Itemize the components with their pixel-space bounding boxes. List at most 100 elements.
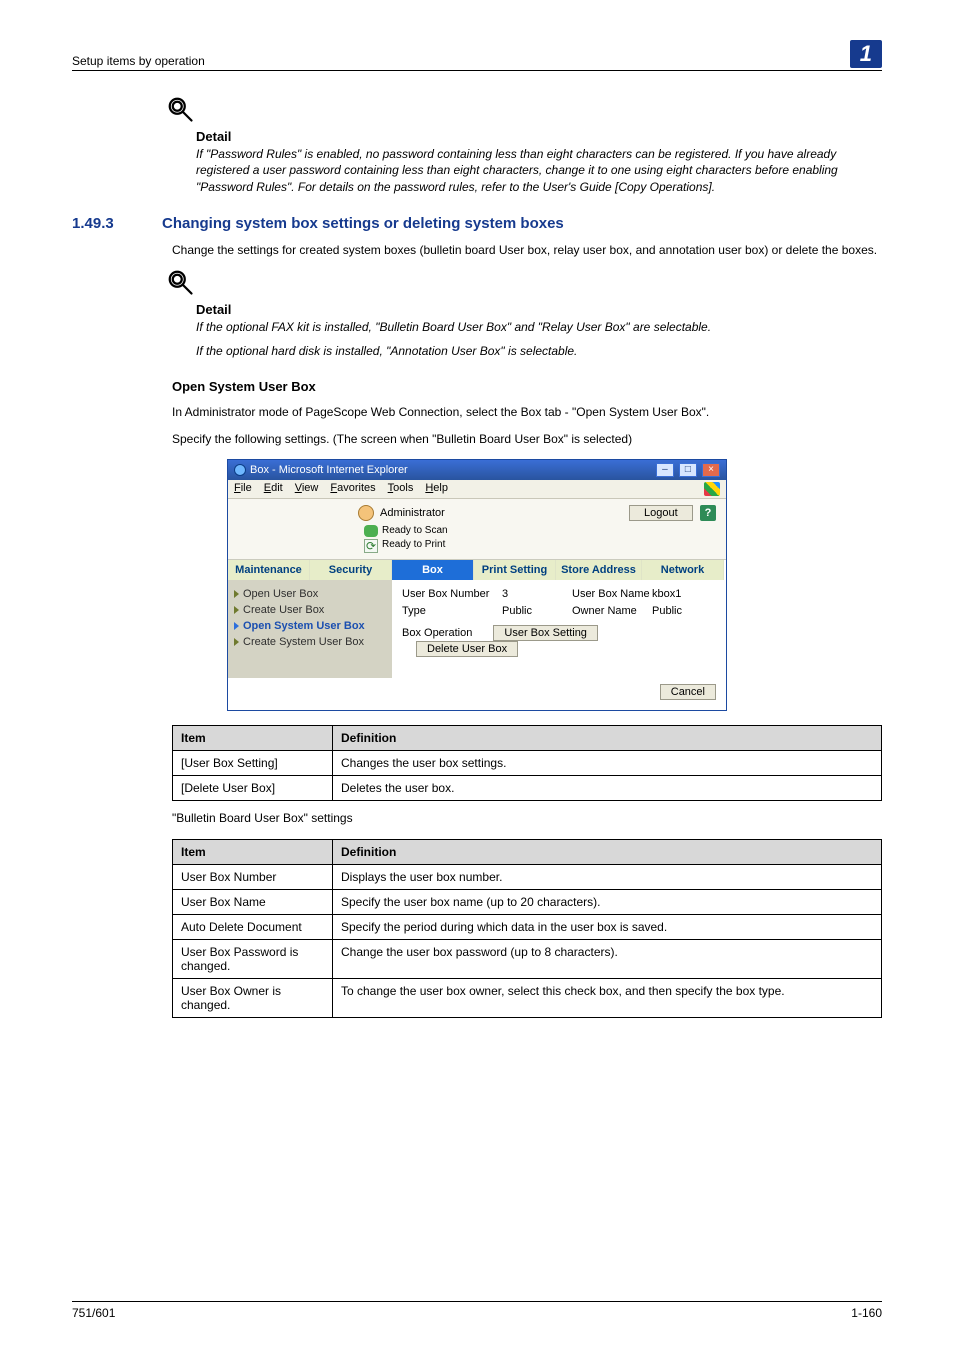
minimize-icon[interactable]: – <box>656 463 674 477</box>
main-tabs: Maintenance Security Box Print Setting S… <box>228 560 726 580</box>
help-icon[interactable]: ? <box>700 505 716 521</box>
table-header-definition: Definition <box>333 725 882 750</box>
table-row: Auto Delete Document Specify the period … <box>173 914 882 939</box>
menu-edit[interactable]: Edit <box>264 482 283 496</box>
tab-network[interactable]: Network <box>642 560 724 580</box>
paragraph-2: Specify the following settings. (The scr… <box>172 431 882 447</box>
detail-note-2: Detail If the optional FAX kit is instal… <box>172 268 882 359</box>
table-row: User Box Owner is changed. To change the… <box>173 978 882 1017</box>
definitions-table-2: Item Definition User Box Number Displays… <box>172 839 882 1018</box>
tab-box[interactable]: Box <box>392 560 474 580</box>
delete-user-box-button[interactable]: Delete User Box <box>416 641 518 657</box>
detail-line-2: If the optional hard disk is installed, … <box>196 343 882 359</box>
table-cell-def: To change the user box owner, select thi… <box>333 978 882 1017</box>
main-panel: User Box Number 3 User Box Name kbox1 Ty… <box>392 580 726 678</box>
table-row: User Box Name Specify the user box name … <box>173 889 882 914</box>
status-scan: Ready to Scan <box>382 525 448 536</box>
chevron-right-icon <box>234 590 239 598</box>
table-cell-item: User Box Number <box>173 864 333 889</box>
footer-right: 1-160 <box>851 1306 882 1320</box>
table-cell-def: Deletes the user box. <box>333 775 882 800</box>
window-title: Box - Microsoft Internet Explorer <box>250 464 408 476</box>
label-owner-name: Owner Name <box>572 605 652 617</box>
menu-file[interactable]: File <box>234 482 252 496</box>
sidebar-create-user-box[interactable]: Create User Box <box>234 602 386 618</box>
sidebar-create-system-user-box[interactable]: Create System User Box <box>234 634 386 650</box>
header-left-text: Setup items by operation <box>72 54 205 68</box>
table-cell-item: User Box Owner is changed. <box>173 978 333 1017</box>
value-user-box-number: 3 <box>502 588 572 600</box>
logout-button[interactable]: Logout <box>629 505 693 521</box>
detail-line-1: If the optional FAX kit is installed, "B… <box>196 319 882 335</box>
close-icon[interactable]: × <box>702 463 720 477</box>
table-row: User Box Number Displays the user box nu… <box>173 864 882 889</box>
tab-security[interactable]: Security <box>310 560 392 580</box>
ie-icon <box>234 464 246 476</box>
detail-title: Detail <box>196 302 882 317</box>
footer-left: 751/601 <box>72 1306 115 1320</box>
admin-icon <box>358 505 374 521</box>
status-print: Ready to Print <box>382 539 445 550</box>
menu-tools[interactable]: Tools <box>388 482 414 496</box>
section-heading: 1.49.3 Changing system box settings or d… <box>72 215 882 232</box>
magnifier-icon <box>166 268 196 298</box>
detail-note-1: Detail If "Password Rules" is enabled, n… <box>172 95 882 195</box>
table-cell-item: [Delete User Box] <box>173 775 333 800</box>
tab-store-address[interactable]: Store Address <box>556 560 642 580</box>
cancel-button[interactable]: Cancel <box>660 684 716 700</box>
refresh-icon[interactable]: ⟳ <box>364 539 378 553</box>
sidebar-open-system-user-box[interactable]: Open System User Box <box>234 618 386 634</box>
table-row: [User Box Setting] Changes the user box … <box>173 750 882 775</box>
table-cell-item: [User Box Setting] <box>173 750 333 775</box>
table-cell-def: Specify the period during which data in … <box>333 914 882 939</box>
label-type: Type <box>402 605 502 617</box>
maximize-icon[interactable]: □ <box>679 463 697 477</box>
chevron-right-icon <box>234 638 239 646</box>
definitions-table-1: Item Definition [User Box Setting] Chang… <box>172 725 882 801</box>
menu-view[interactable]: View <box>295 482 319 496</box>
paragraph-1: In Administrator mode of PageScope Web C… <box>172 404 882 420</box>
browser-screenshot: Box - Microsoft Internet Explorer – □ × … <box>227 459 727 711</box>
menu-favorites[interactable]: Favorites <box>330 482 375 496</box>
label-box-operation: Box Operation <box>402 627 472 639</box>
section-intro: Change the settings for created system b… <box>172 242 882 258</box>
detail-body: If "Password Rules" is enabled, no passw… <box>196 146 882 195</box>
page-footer: 751/601 1-160 <box>72 1301 882 1320</box>
sub-heading: Open System User Box <box>172 379 882 394</box>
scanner-status-icon <box>364 525 378 537</box>
table-cell-item: User Box Name <box>173 889 333 914</box>
chevron-right-icon <box>234 606 239 614</box>
menubar: File Edit View Favorites Tools Help <box>228 480 726 499</box>
label-user-box-number: User Box Number <box>402 588 502 600</box>
value-user-box-name: kbox1 <box>652 588 712 600</box>
user-box-setting-button[interactable]: User Box Setting <box>493 625 598 641</box>
table-row: [Delete User Box] Deletes the user box. <box>173 775 882 800</box>
label-user-box-name: User Box Name <box>572 588 652 600</box>
ie-throbber-icon <box>704 482 720 496</box>
tab-maintenance[interactable]: Maintenance <box>228 560 310 580</box>
magnifier-icon <box>166 95 196 125</box>
section-number: 1.49.3 <box>72 215 162 232</box>
table-header-definition: Definition <box>333 839 882 864</box>
table-row: User Box Password is changed. Change the… <box>173 939 882 978</box>
value-owner-name: Public <box>652 605 712 617</box>
detail-title: Detail <box>196 129 882 144</box>
table-cell-item: Auto Delete Document <box>173 914 333 939</box>
table-cell-def: Changes the user box settings. <box>333 750 882 775</box>
menu-help[interactable]: Help <box>425 482 448 496</box>
table-header-item: Item <box>173 839 333 864</box>
tab-print-setting[interactable]: Print Setting <box>474 560 556 580</box>
chapter-badge: 1 <box>850 40 882 68</box>
table-header-item: Item <box>173 725 333 750</box>
section-title: Changing system box settings or deleting… <box>162 215 564 232</box>
table-cell-def: Specify the user box name (up to 20 char… <box>333 889 882 914</box>
sidebar: Open User Box Create User Box Open Syste… <box>228 580 392 678</box>
table-cell-def: Displays the user box number. <box>333 864 882 889</box>
page-header: Setup items by operation 1 <box>72 40 882 71</box>
value-type: Public <box>502 605 572 617</box>
window-titlebar[interactable]: Box - Microsoft Internet Explorer – □ × <box>228 460 726 480</box>
admin-label: Administrator <box>380 507 445 519</box>
chevron-right-icon <box>234 622 239 630</box>
table-cell-def: Change the user box password (up to 8 ch… <box>333 939 882 978</box>
sidebar-open-user-box[interactable]: Open User Box <box>234 586 386 602</box>
